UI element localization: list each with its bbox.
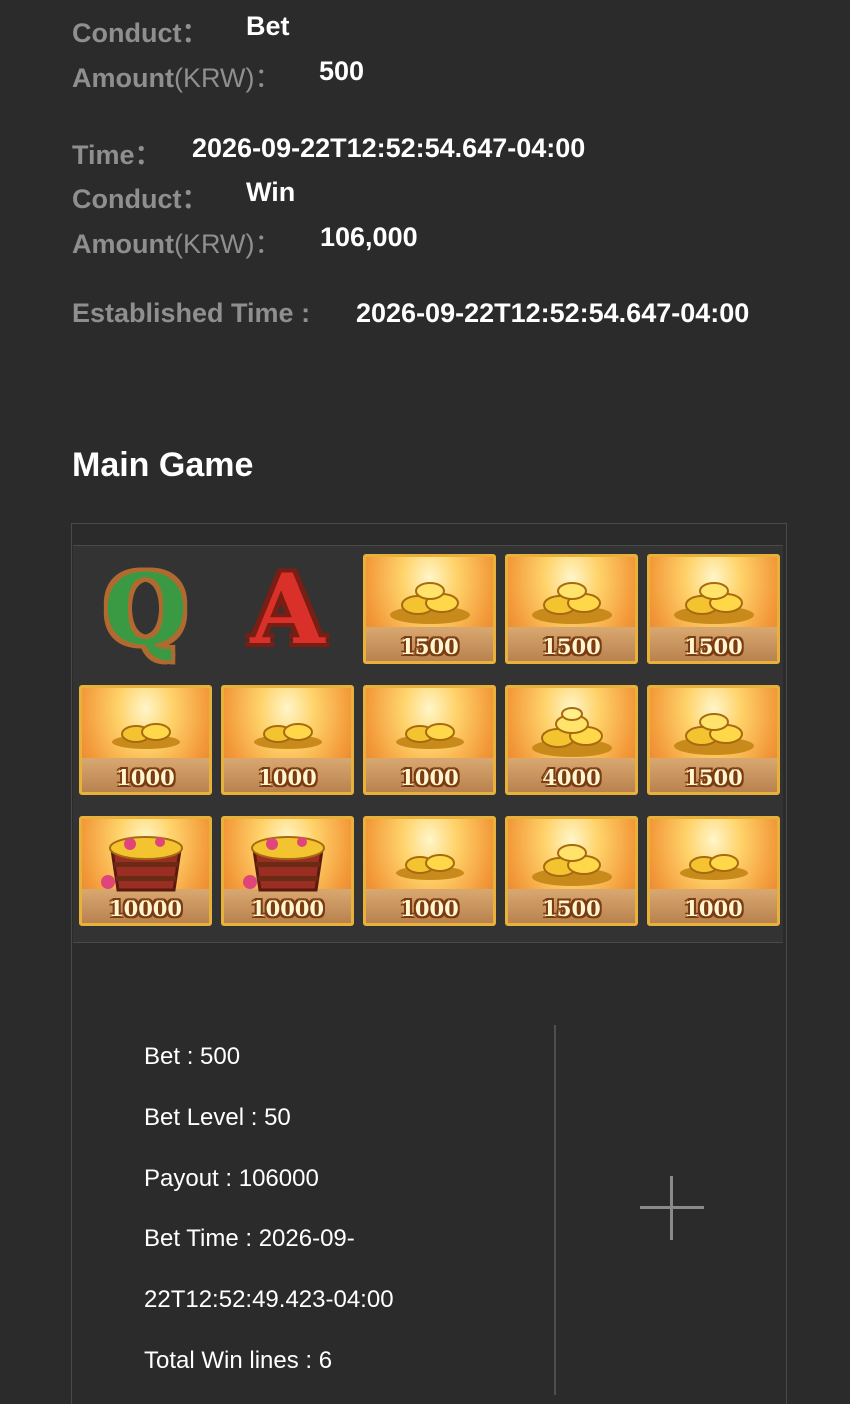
symbol-a: A — [250, 552, 325, 666]
coin-symbol: 1000 — [647, 816, 780, 926]
coin-symbol: 1500 — [505, 816, 638, 926]
symbol-q: Q — [103, 552, 188, 666]
symbol-value: 10000 — [250, 896, 325, 921]
coin-symbol: 1000 — [221, 685, 354, 795]
record-2-conduct: Conduct： Win — [72, 177, 295, 216]
conduct-label: Conduct： — [72, 184, 209, 214]
amount-unit: (KRW)： — [173, 229, 282, 259]
gold-coin-pile-icon — [531, 581, 612, 624]
symbol-value: 1500 — [684, 765, 743, 790]
gold-coin-pile-icon — [531, 843, 612, 886]
time-label: Time： — [72, 140, 162, 170]
summary-bet-time-cont: 22T12:52:49.423-04:00 — [144, 1286, 394, 1313]
summary-bet-time: Bet Time : 2026-09- — [144, 1225, 355, 1252]
gold-coin-pile-icon — [111, 722, 180, 749]
time-value: 2026-09-22T12:52:54.647-04:00 — [192, 133, 586, 163]
treasure-barrel-icon — [100, 835, 183, 892]
amount-value: 106,000 — [320, 222, 418, 252]
symbol-value: 1000 — [258, 765, 317, 790]
coin-symbol: 1500 — [505, 554, 638, 664]
conduct-value: Win — [246, 177, 296, 207]
gold-coin-pile-icon — [389, 581, 470, 624]
coin-symbol: 1000 — [363, 685, 496, 795]
record-1-amount: Amount(KRW)： 500 — [72, 56, 364, 95]
established-time: Established Time : 2026-09-22T12:52:54.6… — [72, 298, 749, 329]
summary-total-win-lines: Total Win lines : 6 — [144, 1347, 333, 1374]
conduct-label: Conduct： — [72, 18, 209, 48]
symbol-value: 1000 — [400, 765, 459, 790]
symbol-value: 1000 — [400, 896, 459, 921]
amount-label: Amount(KRW)： — [72, 229, 282, 259]
amount-unit: (KRW)： — [173, 63, 282, 93]
symbol-value: 1500 — [684, 634, 743, 659]
gold-coin-pile-icon — [395, 722, 464, 749]
plus-icon[interactable] — [640, 1176, 704, 1240]
symbol-value: 4000 — [542, 765, 601, 790]
symbol-value: 1500 — [542, 634, 601, 659]
coin-symbol: 1500 — [647, 685, 780, 795]
record-2-amount: Amount(KRW)： 106,000 — [72, 222, 418, 261]
symbol-value: 1500 — [542, 896, 601, 921]
amount-value: 500 — [319, 56, 365, 86]
coin-symbol: 4000 — [505, 685, 638, 795]
summary-bet: Bet : 500 — [144, 1043, 241, 1070]
conduct-value: Bet — [246, 11, 290, 41]
summary-payout: Payout : 106000 — [144, 1165, 319, 1192]
symbol-value: 1000 — [116, 765, 175, 790]
gold-coin-pile-icon — [395, 853, 464, 880]
record-2-time: Time： 2026-09-22T12:52:54.647-04:00 — [72, 133, 585, 172]
coin-symbol: 1500 — [363, 554, 496, 664]
established-time-value: 2026-09-22T12:52:54.647-04:00 — [356, 298, 750, 328]
established-time-label: Established Time : — [72, 298, 311, 328]
symbol-value: 1500 — [400, 634, 459, 659]
main-game-title: Main Game — [72, 446, 254, 484]
reel-grid: Q A 1500 1500 1500 1000 1000 1000 4000 1… — [73, 545, 783, 943]
treasure-barrel-icon — [242, 835, 325, 892]
symbol-value: 10000 — [108, 896, 183, 921]
coin-symbol: 1500 — [647, 554, 780, 664]
gold-coin-pile-icon — [531, 706, 612, 757]
coin-symbol: 1000 — [363, 816, 496, 926]
coin-symbol: 1000 — [79, 685, 212, 795]
summary-divider — [554, 1025, 556, 1395]
barrel-symbol: 10000 — [221, 816, 354, 926]
symbol-value: 1000 — [684, 896, 743, 921]
record-1-conduct: Conduct： Bet — [72, 11, 290, 50]
gold-coin-pile-icon — [673, 581, 754, 624]
gold-coin-pile-icon — [679, 853, 748, 880]
gold-coin-pile-icon — [253, 722, 322, 749]
barrel-symbol: 10000 — [79, 816, 212, 926]
amount-label: Amount(KRW)： — [72, 63, 282, 93]
summary-bet-level: Bet Level : 50 — [144, 1104, 291, 1131]
gold-coin-pile-icon — [673, 712, 754, 755]
